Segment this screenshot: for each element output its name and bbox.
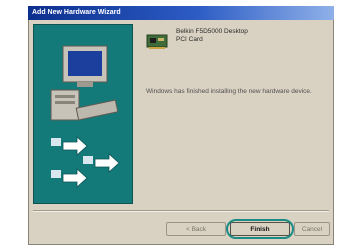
device-name: Belkin F5D5000 Desktop PCI Card [176, 28, 248, 43]
title-bar: Add New Hardware Wizard [28, 6, 334, 20]
cancel-button[interactable]: Cancel [294, 222, 330, 236]
computer-icon [50, 45, 120, 188]
wizard-window: Add New Hardware Wizard Belkin F5D5000 D… [28, 6, 334, 245]
divider [33, 210, 329, 212]
back-button[interactable]: < Back [166, 222, 226, 236]
wizard-illustration [33, 24, 133, 204]
status-message: Windows has finished installing the new … [146, 88, 312, 95]
finish-highlight [226, 219, 294, 239]
network-card-icon [146, 34, 168, 49]
